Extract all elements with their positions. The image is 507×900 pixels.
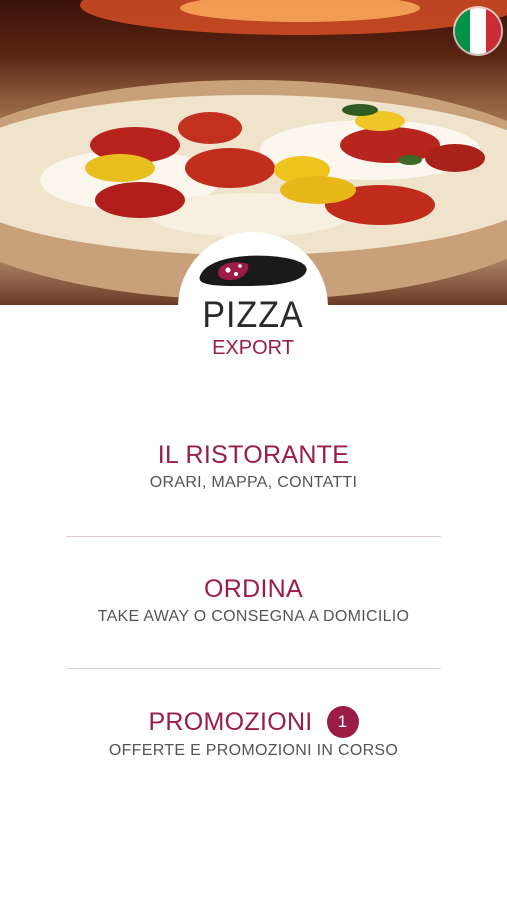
menu-divider: [66, 668, 441, 669]
promozioni-count-badge: 1: [326, 706, 359, 738]
menu-subtitle-promozioni: OFFERTE E PROMOZIONI IN CORSO: [108, 742, 399, 759]
menu-subtitle-ordina: TAKE AWAY O CONSEGNA A DOMICILIO: [97, 608, 410, 625]
logo-text-export: EXPORT: [212, 337, 294, 359]
pizza-export-logo: PIZZA EXPORT: [178, 232, 328, 372]
menu-title-ristorante: IL RISTORANTE: [157, 441, 350, 469]
flag-white-stripe: [470, 8, 486, 54]
menu-item-promozioni[interactable]: PROMOZIONI 1 OFFERTE E PROMOZIONI IN COR…: [66, 706, 441, 760]
menu-title-promozioni: PROMOZIONI: [148, 708, 313, 736]
logo-text-pizza: PIZZA: [202, 294, 304, 336]
language-italy-flag-button[interactable]: [455, 8, 501, 54]
menu-title-promozioni-row: PROMOZIONI 1: [148, 706, 359, 738]
menu-item-ordina[interactable]: ORDINA TAKE AWAY O CONSEGNA A DOMICILIO: [66, 574, 441, 626]
menu-divider: [66, 536, 441, 537]
menu-title-ordina: ORDINA: [203, 575, 304, 603]
logo-pizza-icon: [199, 255, 307, 286]
menu-subtitle-ristorante: ORARI, MAPPA, CONTATTI: [149, 474, 358, 491]
menu-item-ristorante[interactable]: IL RISTORANTE ORARI, MAPPA, CONTATTI: [66, 440, 441, 492]
